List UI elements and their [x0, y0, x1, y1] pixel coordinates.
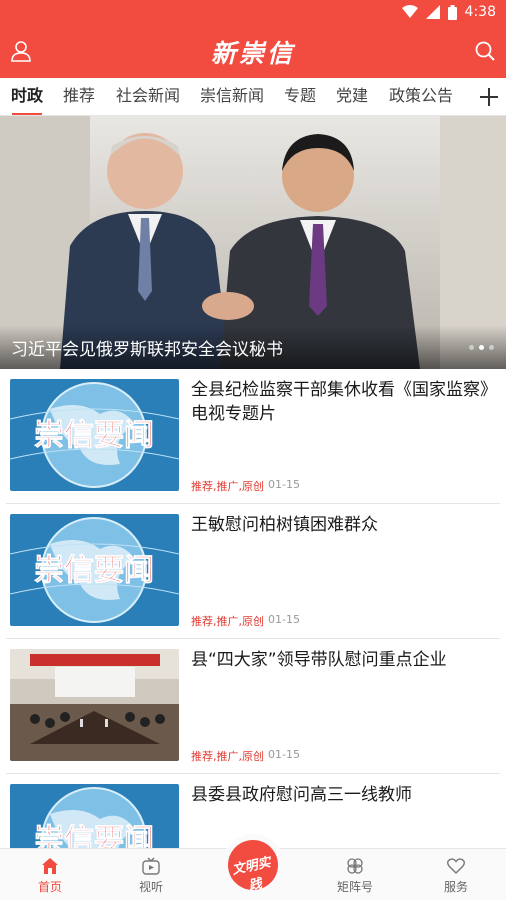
news-thumbnail: [10, 649, 179, 761]
news-tags: 推荐,推广,原创: [191, 615, 264, 628]
tv-icon: [142, 857, 160, 875]
status-time: 4:38: [464, 4, 496, 20]
banner-caption: 习近平会见俄罗斯联邦安全会议秘书: [0, 325, 506, 369]
nav-video[interactable]: 视听: [116, 849, 186, 900]
thumb-text: 崇信要闻: [34, 553, 154, 588]
tab-chongxin-news[interactable]: 崇信新闻: [200, 78, 264, 116]
news-thumbnail: 崇信要闻: [10, 514, 179, 626]
thumb-text: 崇信要闻: [34, 418, 154, 453]
carousel-dot-active: [479, 345, 484, 350]
news-tags: 推荐,推广,原创: [191, 480, 264, 493]
status-icons: 4:38: [401, 4, 496, 20]
news-title: 县委县政府慰问高三一线教师: [191, 785, 412, 805]
news-item[interactable]: 县“四大家”领导带队慰问重点企业 推荐,推广,原创 01-15: [0, 639, 506, 774]
tab-policy[interactable]: 政策公告: [389, 78, 453, 116]
banner-carousel[interactable]: 习近平会见俄罗斯联邦安全会议秘书: [0, 116, 506, 369]
nav-home[interactable]: 首页: [15, 849, 85, 900]
tab-social-news[interactable]: 社会新闻: [116, 78, 180, 116]
carousel-dot: [489, 345, 494, 350]
news-thumbnail: 崇信要闻: [10, 379, 179, 491]
signal-icon: [425, 5, 440, 19]
app-title: 新崇信: [210, 39, 295, 68]
channel-tabs: 时政 推荐 社会新闻 崇信新闻 专题 党建 政策公告: [0, 78, 506, 116]
heart-icon: [447, 858, 465, 874]
nav-matrix[interactable]: 矩阵号: [320, 849, 390, 900]
app-header: 新崇信: [0, 26, 506, 78]
nav-service[interactable]: 服务: [421, 849, 491, 900]
news-date: 01-15: [268, 613, 300, 626]
carousel-dot: [469, 345, 474, 350]
battery-icon: [447, 4, 457, 20]
news-date: 01-15: [268, 748, 300, 761]
center-button-badge: 文明实践: [228, 840, 278, 894]
news-title: 全县纪检监察干部集休收看《国家监察》电视专题片: [191, 380, 489, 424]
news-item[interactable]: 崇信要闻 全县纪检监察干部集休收看《国家监察》电视专题片 推荐,推广,原创 01…: [0, 369, 506, 504]
news-title: 县“四大家”领导带队慰问重点企业: [191, 650, 447, 670]
wifi-icon: [401, 5, 418, 18]
carousel-indicator: [469, 345, 494, 350]
news-tags: 推荐,推广,原创: [191, 750, 264, 763]
tab-topics[interactable]: 专题: [284, 78, 316, 116]
clover-icon: [347, 858, 363, 874]
news-item[interactable]: 崇信要闻 王敏慰问柏树镇困难群众 推荐,推广,原创 01-15: [0, 504, 506, 639]
status-bar: 4:38: [0, 0, 506, 26]
add-channel-icon[interactable]: [478, 86, 500, 108]
civilization-practice-button[interactable]: 文明实践: [222, 834, 284, 896]
search-icon[interactable]: [474, 40, 496, 62]
tab-party[interactable]: 党建: [336, 78, 368, 116]
tab-shizheng[interactable]: 时政: [11, 78, 43, 116]
home-icon: [42, 858, 58, 874]
tab-tuijian[interactable]: 推荐: [63, 78, 95, 116]
news-date: 01-15: [268, 478, 300, 491]
news-title: 王敏慰问柏树镇困难群众: [191, 515, 378, 535]
